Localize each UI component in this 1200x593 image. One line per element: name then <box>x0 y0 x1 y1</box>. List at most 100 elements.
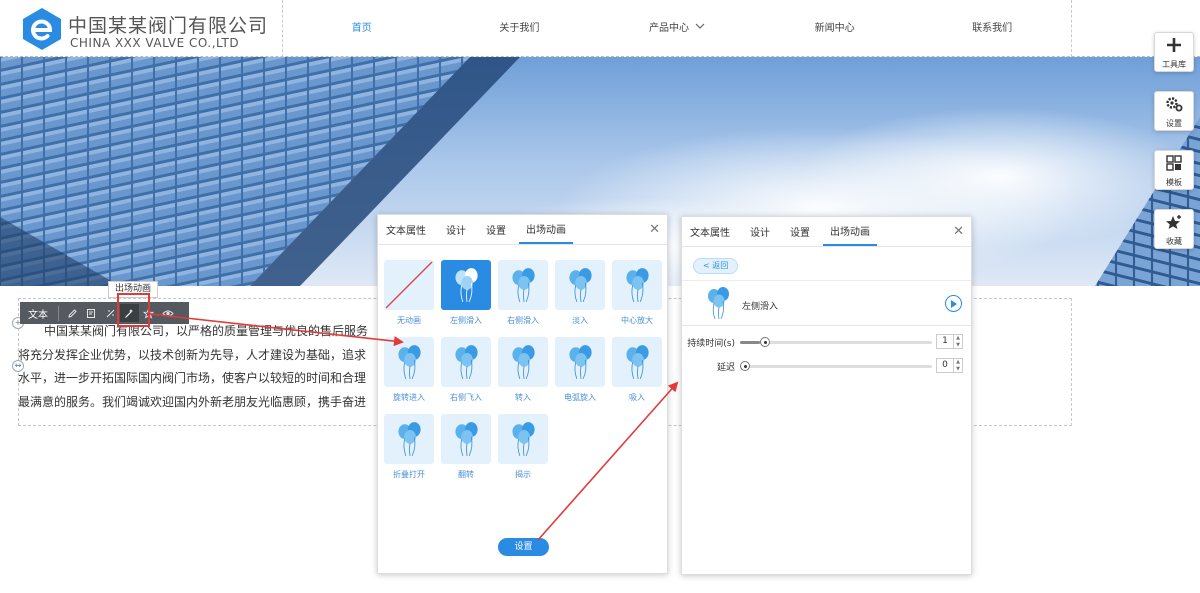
animation-thumbnail <box>498 337 548 387</box>
nav-item-about[interactable]: 关于我们 <box>441 0 599 52</box>
animation-option[interactable]: 左侧滑入 <box>441 260 491 325</box>
text-toolbar: 文本 <box>20 302 189 324</box>
animation-option[interactable]: 右侧飞入 <box>441 337 491 402</box>
tab-text-properties[interactable]: 文本属性 <box>386 222 433 244</box>
tool-label: 工具库 <box>1162 60 1186 69</box>
animation-option[interactable]: 翻转 <box>441 414 491 479</box>
intro-line: 水平，进一步开拓国际国内阀门市场，使客户以较短的时间和合理 <box>18 371 367 385</box>
animation-option[interactable]: 揭示 <box>498 414 548 479</box>
balloon-icon <box>398 345 421 380</box>
animation-option[interactable]: 折叠打开 <box>384 414 434 479</box>
animation-option[interactable]: 淡入 <box>555 260 605 325</box>
logo-chinese-name: 中国某某阀门有限公司 <box>68 15 269 37</box>
duration-slider[interactable] <box>740 337 932 347</box>
delay-label: 延迟 <box>716 363 735 373</box>
close-icon[interactable]: ✕ <box>649 222 660 237</box>
animation-label: 旋转进入 <box>393 393 425 402</box>
favorites-tool-button[interactable]: 收藏 <box>1154 209 1194 249</box>
edit-icon[interactable] <box>63 304 82 322</box>
animation-label: 右侧滑入 <box>507 316 539 325</box>
animation-label: 折叠打开 <box>393 470 425 479</box>
no-animation-icon <box>385 261 433 309</box>
animation-option[interactable]: 转入 <box>498 337 548 402</box>
tool-label: 模板 <box>1166 178 1182 187</box>
nav-item-products[interactable]: 产品中心 <box>598 0 756 52</box>
logo-english-name: CHINA XXX VALVE CO.,LTD <box>70 36 240 50</box>
stepper-arrows-icon[interactable]: ▲ ▼ <box>954 334 963 349</box>
nav-label: 关于我们 <box>499 22 540 34</box>
play-icon[interactable] <box>945 295 962 312</box>
slider-thumb[interactable] <box>760 337 770 347</box>
balloon-icon <box>512 422 535 457</box>
animation-detail-panel: 文本属性 设计 设置 出场动画 ✕ < 返回 左侧滑入 持续时间(s) 1 ▲ ▼… <box>681 216 972 575</box>
tab-entrance-animation[interactable]: 出场动画 <box>519 221 573 244</box>
animation-thumbnail <box>384 337 434 387</box>
animation-option[interactable]: 中心放大 <box>612 260 662 325</box>
tool-label: 收藏 <box>1166 237 1182 246</box>
animation-thumbnail <box>441 414 491 464</box>
template-tool-button[interactable]: 模板 <box>1154 150 1194 190</box>
settings-tool-button[interactable]: 设置 <box>1154 91 1194 131</box>
animation-option[interactable]: 吸入 <box>612 337 662 402</box>
tab-text-properties[interactable]: 文本属性 <box>690 224 737 246</box>
gear-icon <box>1155 96 1193 117</box>
toolbar-label: 文本 <box>28 305 59 321</box>
balloon-icon <box>626 268 649 303</box>
animation-thumbnail <box>384 414 434 464</box>
animation-option[interactable]: 右侧滑入 <box>498 260 548 325</box>
animation-thumbnail <box>498 414 548 464</box>
nav-container: 首页 关于我们 产品中心 新闻中心 联系我们 <box>282 0 1072 57</box>
back-button[interactable]: < 返回 <box>693 258 739 274</box>
close-icon[interactable]: ✕ <box>953 224 964 239</box>
style-icon[interactable] <box>82 304 101 322</box>
animation-label: 左侧滑入 <box>450 316 482 325</box>
panel-tabs: 文本属性 设计 设置 出场动画 ✕ <box>378 215 667 245</box>
slider-thumb[interactable] <box>740 361 750 371</box>
balloon-icon <box>455 422 478 457</box>
move-handle-icon[interactable]: ↔ <box>12 360 24 372</box>
animation-thumbnail <box>555 337 605 387</box>
chevron-down-icon <box>695 21 705 32</box>
animation-label: 右侧飞入 <box>450 393 482 402</box>
company-logo[interactable]: 中国某某阀门有限公司 CHINA XXX VALVE CO.,LTD <box>20 5 280 53</box>
panel-tabs: 文本属性 设计 设置 出场动画 ✕ <box>682 217 971 247</box>
animation-thumbnail <box>612 260 662 310</box>
nav-item-contact[interactable]: 联系我们 <box>913 0 1071 52</box>
animation-option[interactable]: 无动画 <box>384 260 434 325</box>
nav-label: 新闻中心 <box>814 22 855 34</box>
duration-row: 持续时间(s) 1 ▲ ▼ <box>682 334 971 350</box>
tab-design[interactable]: 设计 <box>750 224 777 246</box>
intro-line: 将充分发挥企业优势，以技术创新为先导，人才建设为基础，追求 <box>18 347 367 362</box>
balloon-icon <box>455 268 478 303</box>
animation-thumbnail <box>498 260 548 310</box>
intro-line: 最满意的服务。我们竭诚欢迎国内外新老朋友光临惠顾，携手奋进 <box>18 394 367 409</box>
animation-option[interactable]: 旋转进入 <box>384 337 434 402</box>
eye-icon[interactable] <box>158 304 177 322</box>
stepper-arrows-icon[interactable]: ▲ ▼ <box>954 358 963 373</box>
balloon-icon <box>512 268 535 303</box>
duration-input[interactable]: 1 <box>936 334 954 349</box>
tab-design[interactable]: 设计 <box>446 222 473 244</box>
tool-library-button[interactable]: 工具库 <box>1154 32 1194 72</box>
company-intro-text[interactable]: 中国某某阀门有限公司，以严格的质量管理与优良的售后服务 将充分发挥企业优势，以技… <box>18 320 398 410</box>
balloon-icon <box>398 422 421 457</box>
settings-button[interactable]: 设置 <box>498 538 549 556</box>
balloon-icon <box>455 345 478 380</box>
balloon-icon <box>569 268 592 303</box>
site-header: 中国某某阀门有限公司 CHINA XXX VALVE CO.,LTD 首页 关于… <box>0 0 1200 57</box>
tab-settings[interactable]: 设置 <box>486 222 513 244</box>
nav-item-home[interactable]: 首页 <box>283 0 441 52</box>
delay-slider[interactable] <box>740 361 932 371</box>
nav-item-news[interactable]: 新闻中心 <box>756 0 914 52</box>
animation-label: 无动画 <box>397 316 421 325</box>
plus-icon <box>1155 37 1193 58</box>
balloon-icon <box>708 287 729 320</box>
tab-settings[interactable]: 设置 <box>790 224 817 246</box>
nav-label: 产品中心 <box>648 22 689 34</box>
animation-label: 揭示 <box>515 470 531 479</box>
delay-input[interactable]: 0 <box>936 358 954 373</box>
animation-name: 左侧滑入 <box>742 302 779 312</box>
animation-thumbnail <box>441 260 491 310</box>
tab-entrance-animation[interactable]: 出场动画 <box>823 223 877 246</box>
animation-option[interactable]: 电弧旋入 <box>555 337 605 402</box>
